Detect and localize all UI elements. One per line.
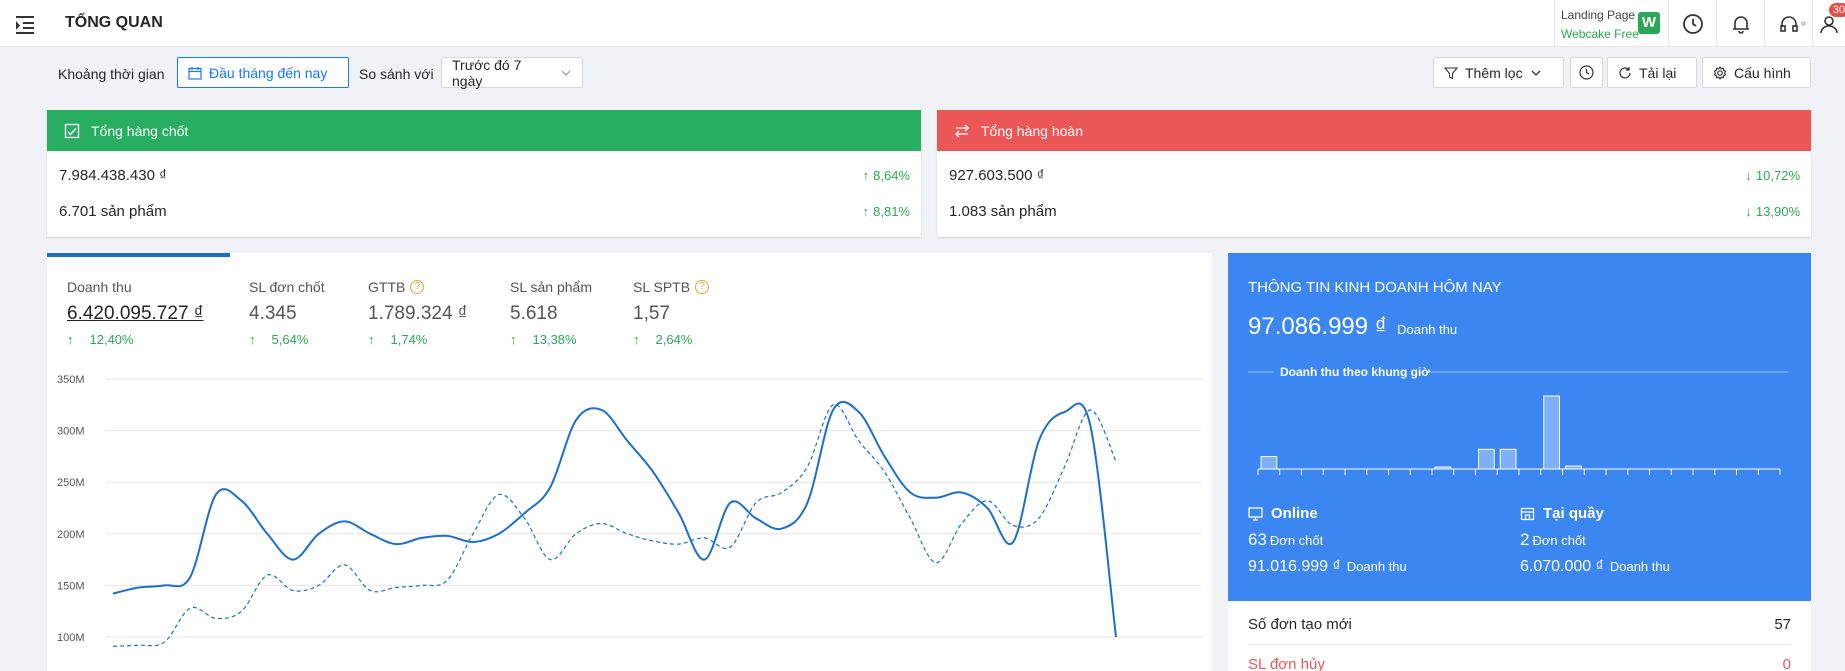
reload-icon [1619,66,1631,79]
closed-amount-change: ↑ 8,64% [862,168,910,183]
webcake-logo: W [1638,12,1660,34]
closed-orders-header: Tổng hàng chốt [47,110,921,151]
online-orders-label: Đơn chốt [1269,533,1324,548]
arrow-up-icon: ↑ [862,168,870,183]
landing-page-label: Landing Page [1561,8,1636,22]
y-tick-label: 150M [57,580,85,592]
hourly-bar[interactable] [1543,395,1560,470]
webcake-label: Webcake Free [1561,27,1639,41]
hourly-revenue-chart [1248,371,1788,475]
calendar-icon [188,66,202,80]
hourly-bar[interactable] [1434,466,1452,470]
period-label: Khoảng thời gian [58,66,165,82]
top-bar: TỔNG QUAN Landing Page Webcake Free W 30 [0,0,1845,47]
store-icon [1520,507,1535,520]
cancel-orders-value: 0 [1782,656,1791,671]
gear-icon [1713,65,1727,80]
history-button[interactable] [1570,57,1603,88]
landing-page-link[interactable]: Landing Page Webcake Free W [1554,0,1668,47]
more-filter-label: Thêm lọc [1465,64,1523,81]
desktop-icon [1248,506,1263,521]
hourly-bar[interactable] [1499,448,1517,470]
returned-amount-change: ↓ 10,72% [1745,168,1800,183]
reload-label: Tải lại [1639,64,1677,81]
compare-select[interactable]: Trước đó 7 ngày [441,56,583,89]
user-icon[interactable]: 30 [1812,0,1845,47]
new-orders-row: Số đơn tạo mới 57 [1248,616,1791,633]
chevron-down-icon [561,70,571,76]
y-tick-label: 100M [57,632,85,644]
arrow-up-icon: ↑ [862,204,870,219]
returned-amount: 927.603.500 ₫ [949,167,1045,184]
new-orders-label: Số đơn tạo mới [1248,616,1352,633]
new-orders-value: 57 [1774,616,1791,633]
counter-title: Tại quầy [1543,505,1604,522]
online-title: Online [1271,505,1318,522]
y-tick-label: 250M [57,477,85,489]
arrow-down-icon: ↓ [1745,204,1752,219]
counter-orders-label: Đơn chốt [1532,533,1586,548]
config-button[interactable]: Cấu hình [1702,57,1811,88]
counter-revenue: 6.070.000 ₫ [1520,558,1604,575]
cancel-orders-label: SL đơn hủy [1248,656,1325,671]
returned-products-change: ↓ 13,90% [1745,204,1800,219]
compare-value: Trước đó 7 ngày [452,56,522,89]
returned-orders-header: Tổng hàng hoàn [937,110,1811,151]
counter-orders: 2 [1520,530,1530,549]
cancel-orders-row: SL đơn hủy 0 [1248,656,1791,671]
today-summary-panel: THÔNG TIN KINH DOANH HÔM NAY 97.086.999 … [1228,253,1811,601]
returned-orders-card: Tổng hàng hoàn 927.603.500 ₫ ↓ 10,72% 1.0… [937,110,1811,237]
revenue-line-chart: 350M 300M 250M 200M 150M 100M [57,374,1202,647]
bell-icon[interactable] [1716,0,1764,47]
returned-products: 1.083 sản phẩm [949,203,1057,220]
online-channel: Online 63 Đơn chốt 91.016.999 ₫ Doanh thu [1248,505,1407,576]
clock-icon [1579,65,1594,80]
history-icon[interactable] [1668,0,1716,47]
divider [1248,644,1791,645]
chevron-down-icon [1531,70,1541,76]
period-value: Đầu tháng đến nay [209,64,328,81]
filter-icon [1444,66,1458,79]
counter-channel: Tại quầy 2 Đơn chốt 6.070.000 ₫ Doanh thu [1520,505,1670,576]
online-revenue: 91.016.999 ₫ [1248,558,1341,575]
more-filter-button[interactable]: Thêm lọc [1433,57,1564,88]
hourly-bar[interactable] [1565,465,1582,470]
headset-icon[interactable] [1764,0,1812,47]
reload-button[interactable]: Tải lại [1607,57,1697,88]
closed-orders-card: Tổng hàng chốt 7.984.438.430 ₫ ↑ 8,64% 6.… [47,110,921,237]
online-revenue-label: Doanh thu [1346,559,1407,574]
revenue-chart-card: Doanh thu 6.420.095.727 ₫ ↑ 12,40% SL đơn… [47,253,1212,671]
swap-icon [955,124,969,137]
menu-toggle-icon[interactable] [12,11,38,37]
closed-orders-title: Tổng hàng chốt [91,122,189,139]
today-business-card: THÔNG TIN KINH DOANH HÔM NAY 97.086.999 … [1228,253,1811,671]
online-orders: 63 [1248,530,1267,549]
page-title: TỔNG QUAN [65,14,163,31]
closed-products-change: ↑ 8,81% [862,204,910,219]
status-dot [1801,21,1806,26]
returned-orders-title: Tổng hàng hoàn [981,122,1083,139]
comparison-series-line [112,404,1117,647]
notification-badge: 30 [1828,3,1845,17]
y-tick-label: 350M [57,374,85,386]
compare-label: So sánh với [359,66,434,82]
checklist-icon [64,123,80,138]
closed-products: 6.701 sản phẩm [59,203,167,220]
period-picker[interactable]: Đầu tháng đến nay [177,57,349,88]
closed-amount: 7.984.438.430 ₫ [59,167,167,184]
hourly-bar[interactable] [1478,448,1495,470]
counter-revenue-label: Doanh thu [1609,559,1670,574]
y-tick-label: 200M [57,529,85,541]
y-tick-label: 300M [57,426,85,438]
config-label: Cấu hình [1734,64,1791,81]
arrow-down-icon: ↓ [1745,168,1752,183]
hourly-bar[interactable] [1260,456,1278,470]
